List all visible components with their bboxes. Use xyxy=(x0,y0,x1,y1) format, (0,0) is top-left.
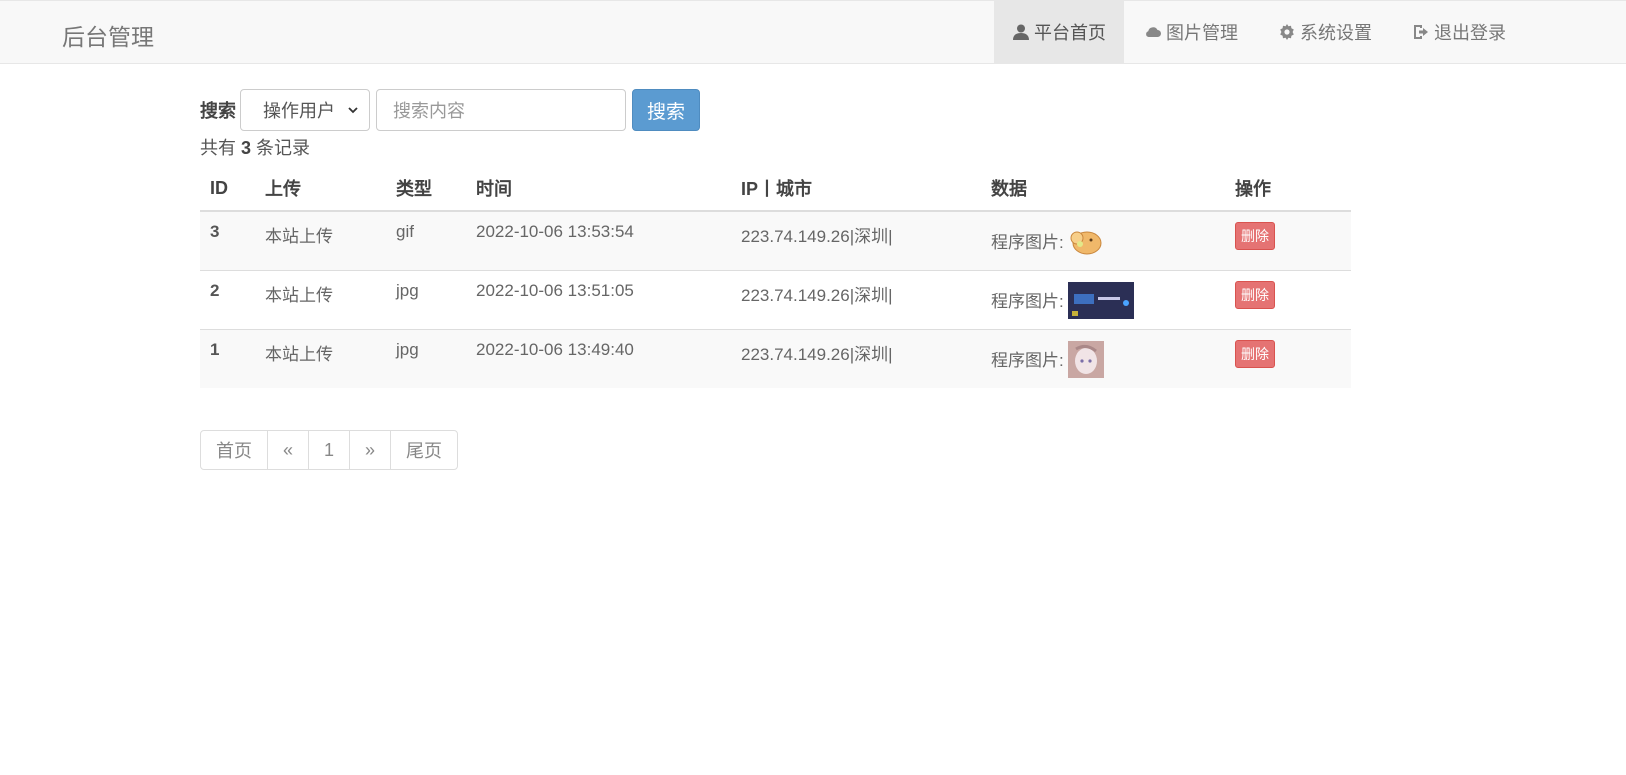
delete-button[interactable]: 删除 xyxy=(1235,340,1275,368)
cell-upload: 本站上传 xyxy=(255,329,386,388)
cell-time: 2022-10-06 13:49:40 xyxy=(466,329,731,388)
cell-id: 1 xyxy=(200,329,255,388)
cloud-icon xyxy=(1144,23,1162,41)
count-suffix: 条记录 xyxy=(256,138,311,158)
nav-item-label: 退出登录 xyxy=(1434,23,1506,43)
logout-icon xyxy=(1412,23,1430,41)
col-ip-city: IP丨城市 xyxy=(731,166,981,212)
cell-type: jpg xyxy=(386,329,466,388)
page-first[interactable]: 首页 xyxy=(201,431,268,469)
page-next[interactable]: » xyxy=(350,431,392,469)
chevron-down-icon xyxy=(347,100,359,121)
top-navbar: 后台管理 平台首页 图片管理 系统设置 退出登录 xyxy=(0,0,1626,64)
cell-ip: 223.74.149.26|深圳| xyxy=(731,270,981,330)
cell-data: 程序图片: xyxy=(981,329,1225,388)
records-table: ID 上传 类型 时间 IP丨城市 数据 操作 3 本站上传 gif 2022-… xyxy=(200,166,1351,388)
nav-item-settings[interactable]: 系统设置 xyxy=(1258,1,1392,63)
cell-type: jpg xyxy=(386,270,466,330)
cell-id: 2 xyxy=(200,270,255,330)
nav-item-logout[interactable]: 退出登录 xyxy=(1392,1,1626,63)
cell-type: gif xyxy=(386,210,466,271)
thumbnail-image[interactable] xyxy=(1068,281,1135,324)
count-prefix: 共有 xyxy=(200,138,236,158)
brand-title[interactable]: 后台管理 xyxy=(62,18,154,52)
cell-action: 删除 xyxy=(1225,210,1351,271)
delete-button[interactable]: 删除 xyxy=(1235,222,1275,250)
page-last[interactable]: 尾页 xyxy=(391,431,457,469)
record-count: 共有 3 条记录 xyxy=(200,134,1351,160)
thumbnail-image[interactable] xyxy=(1068,225,1104,262)
col-upload: 上传 xyxy=(255,166,386,212)
col-action: 操作 xyxy=(1225,166,1351,212)
search-input[interactable]: 搜索内容 xyxy=(376,89,626,131)
col-time: 时间 xyxy=(466,166,731,212)
search-input-placeholder: 搜索内容 xyxy=(393,101,465,121)
cell-upload: 本站上传 xyxy=(255,210,386,271)
main-content: 搜索 操作用户 搜索内容 搜索 共有 3 条记录 ID 上传 类型 时间 IP丨… xyxy=(200,88,1351,388)
search-field-select[interactable]: 操作用户 xyxy=(240,89,370,131)
cell-ip: 223.74.149.26|深圳| xyxy=(731,329,981,388)
data-label: 程序图片: xyxy=(991,233,1064,252)
thumbnail-image[interactable] xyxy=(1068,340,1105,383)
gear-icon xyxy=(1278,23,1296,41)
search-button[interactable]: 搜索 xyxy=(632,89,700,131)
table-row: 3 本站上传 gif 2022-10-06 13:53:54 223.74.14… xyxy=(200,210,1351,271)
nav-item-images[interactable]: 图片管理 xyxy=(1124,1,1258,63)
nav-item-label: 图片管理 xyxy=(1166,23,1238,43)
table-row: 1 本站上传 jpg 2022-10-06 13:49:40 223.74.14… xyxy=(200,329,1351,388)
col-type: 类型 xyxy=(386,166,466,212)
nav-item-home[interactable]: 平台首页 xyxy=(994,1,1124,63)
table-row: 2 本站上传 jpg 2022-10-06 13:51:05 223.74.14… xyxy=(200,270,1351,330)
cell-time: 2022-10-06 13:51:05 xyxy=(466,270,731,330)
page-prev[interactable]: « xyxy=(268,431,310,469)
table-header-row: ID 上传 类型 时间 IP丨城市 数据 操作 xyxy=(200,166,1351,212)
data-label: 程序图片: xyxy=(991,292,1064,311)
page-number[interactable]: 1 xyxy=(309,431,351,469)
select-value: 操作用户 xyxy=(263,101,335,121)
search-bar: 搜索 操作用户 搜索内容 搜索 xyxy=(200,88,1351,132)
search-label: 搜索 xyxy=(200,101,236,121)
cell-id: 3 xyxy=(200,210,255,271)
user-icon xyxy=(1012,23,1030,41)
cell-data: 程序图片: xyxy=(981,270,1225,330)
cell-ip: 223.74.149.26|深圳| xyxy=(731,210,981,271)
pagination: 首页 « 1 » 尾页 xyxy=(200,430,459,470)
col-id: ID xyxy=(200,166,255,212)
main-nav: 平台首页 图片管理 系统设置 退出登录 xyxy=(994,1,1626,63)
count-value: 3 xyxy=(241,138,252,158)
cell-time: 2022-10-06 13:53:54 xyxy=(466,210,731,271)
cell-data: 程序图片: xyxy=(981,210,1225,271)
cell-upload: 本站上传 xyxy=(255,270,386,330)
nav-item-label: 平台首页 xyxy=(1034,23,1106,43)
cell-action: 删除 xyxy=(1225,329,1351,388)
delete-button[interactable]: 删除 xyxy=(1235,281,1275,309)
nav-item-label: 系统设置 xyxy=(1300,23,1372,43)
cell-action: 删除 xyxy=(1225,270,1351,330)
data-label: 程序图片: xyxy=(991,351,1064,370)
col-data: 数据 xyxy=(981,166,1225,212)
